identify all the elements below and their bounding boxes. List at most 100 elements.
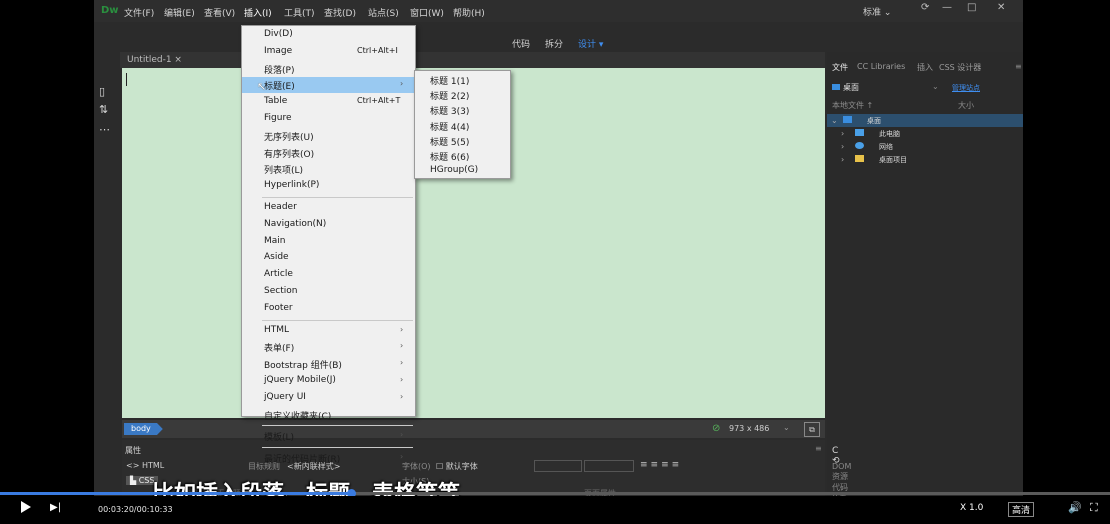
menu-view[interactable]: 查看(V) [204,6,235,19]
insert-menu-item[interactable]: Div(D) [242,27,415,43]
insert-menu-item[interactable]: Main [242,234,415,250]
close-button[interactable]: ✕ [997,2,1005,13]
menu-item-label: 无序列表(U) [264,132,314,143]
insert-menu-item[interactable]: 有序列表(O) [242,145,415,161]
quality-button[interactable]: 高清 [1008,502,1035,517]
speed-button[interactable]: X 1.0 [960,503,983,513]
insert-menu-item[interactable]: jQuery UI › [242,390,415,406]
window-size[interactable]: 973 x 486 [729,424,769,433]
menu-item-label: jQuery UI [264,391,306,402]
heading-menu-item[interactable]: 标题 3(3) [415,102,510,117]
insert-menu-item[interactable]: 标题(E) › [242,77,415,94]
file-icon[interactable]: ▯ [99,85,105,98]
manage-sites-link[interactable]: 管理站点 [952,83,980,93]
panel-menu-icon[interactable]: ≡ [1015,62,1022,71]
menu-file[interactable]: 文件(F) [124,6,154,19]
insert-menu-item[interactable]: Section [242,284,415,300]
menu-item-label: Section [264,286,298,296]
insert-menu-item[interactable]: Aside [242,250,415,266]
menu-item-label: Bootstrap 组件(B) [264,361,342,372]
html-mode-button[interactable]: <> HTML [126,461,164,470]
tab-insert[interactable]: 插入 [917,62,933,73]
insert-menu-item[interactable]: 段落(P) [242,61,415,77]
menu-find[interactable]: 查找(D) [324,6,356,19]
insert-menu-item[interactable]: Hyperlink(P) [242,178,415,194]
chevron-down-icon[interactable]: ⌄ [932,82,939,91]
insert-menu-item[interactable]: 无序列表(U) [242,128,415,144]
workspace-switcher[interactable]: 标准 ⌄ [863,5,891,18]
menu-item-label: Article [264,269,293,280]
chevron-right-icon[interactable]: › [841,142,844,151]
tab-split[interactable]: 拆分 [545,37,563,50]
local-files-header[interactable]: 本地文件 ↑ [832,100,873,111]
tree-item-desktop-items[interactable]: › 桌面项目 [827,153,1023,166]
tab-code[interactable]: 代码 [512,37,530,50]
tag-selector-body[interactable]: body [124,423,163,435]
menu-site[interactable]: 站点(S) [368,6,399,19]
document-tab[interactable]: Untitled-1 × [127,55,182,65]
more-icon[interactable]: ⋯ [99,123,110,136]
player-controls: ▶| 00:03:20/00:10:33 X 1.0 高清 🔊 ⛶ [0,496,1110,524]
insert-menu-item[interactable]: 最近的代码片断(R) › [242,450,415,466]
sync-icon[interactable]: ⟳ [921,2,929,13]
menu-help[interactable]: 帮助(H) [453,6,485,19]
insert-menu-item[interactable]: Header [242,200,415,216]
chevron-down-icon[interactable]: ⌄ [783,423,790,432]
insert-menu-item[interactable]: HTML › [242,323,415,339]
insert-menu-item[interactable]: 列表项(L) [242,161,415,177]
fullscreen-icon[interactable]: ⛶ [1090,501,1098,515]
menu-window[interactable]: 窗口(W) [410,6,444,19]
align-buttons[interactable]: ≡≡≡≡ [640,460,682,470]
insert-menu-item[interactable]: jQuery Mobile(J) › [242,373,415,389]
play-icon[interactable] [21,501,31,513]
heading-menu-item[interactable]: HGroup(G) [415,163,510,178]
insert-menu-item[interactable]: 自定义收藏夹(C) [242,407,415,423]
tree-item-this-pc[interactable]: › 此电脑 [827,127,1023,140]
menu-edit[interactable]: 编辑(E) [164,6,195,19]
panel-menu-icon[interactable]: ≡ [815,444,822,453]
insert-menu-item[interactable]: Navigation(N) [242,217,415,233]
insert-menu-item[interactable]: Bootstrap 组件(B) › [242,356,415,372]
chevron-right-icon[interactable]: › [841,129,844,138]
volume-icon[interactable]: 🔊 [1068,501,1082,514]
insert-menu-item[interactable]: Footer [242,301,415,317]
next-icon[interactable]: ▶| [50,502,61,513]
insert-menu-item[interactable]: 模板(L) › [242,428,415,444]
size-header[interactable]: 大小 [958,100,974,111]
tree-item-network[interactable]: › 网络 [827,140,1023,153]
location-bar: 桌面 ⌄ 管理站点 [832,82,1018,94]
chevron-down-icon[interactable]: ⌄ [831,116,838,125]
tab-css-designer[interactable]: CSS 设计器 [939,62,981,73]
progress-bar[interactable] [0,489,1110,498]
tab-design[interactable]: 设计 ▾ [578,37,603,50]
minimize-button[interactable]: — [942,2,952,13]
font-style-select[interactable] [534,460,582,472]
tab-cc-libraries[interactable]: CC Libraries [857,62,905,71]
view-switcher: 代码 拆分 设计 ▾ [94,30,1023,50]
heading-menu-item[interactable]: 标题 1(1) [415,72,510,87]
insert-menu-item[interactable]: Article [242,267,415,283]
menu-item-label: 列表项(L) [264,166,304,177]
location-select[interactable]: 桌面 [832,82,859,93]
heading-submenu: 标题 1(1) 标题 2(2) 标题 3(3) 标题 4(4) 标题 5(5) 标题 6(… [414,70,511,179]
insert-menu-item[interactable]: Table Ctrl+Alt+T [242,94,415,110]
font-select[interactable]: ☐ 默认字体 [436,461,478,472]
menu-tools[interactable]: 工具(T) [284,6,315,19]
preview-icon[interactable]: ⧉ [804,422,820,437]
sort-icon[interactable]: ⇅ [99,103,108,116]
heading-menu-item[interactable]: 标题 6(6) [415,148,510,163]
insert-menu-item[interactable]: 表单(F) › [242,339,415,355]
insert-menu-item[interactable]: Image Ctrl+Alt+I [242,44,415,60]
font-weight-select[interactable] [584,460,634,472]
insert-menu: Div(D) Image Ctrl+Alt+I 段落(P) 标题(E) › Table Ctr… [241,25,416,465]
heading-menu-item[interactable]: 标题 5(5) [415,133,510,148]
insert-menu-item[interactable]: Figure [242,111,415,127]
tree-item-desktop[interactable]: ⌄ 桌面 [827,114,1023,127]
heading-menu-item[interactable]: 标题 2(2) [415,87,510,102]
tab-files[interactable]: 文件 [832,62,848,73]
chevron-right-icon[interactable]: › [841,155,844,164]
maximize-button[interactable]: □ [967,2,976,13]
menu-item-label: 标题 2(2) [430,92,470,103]
menu-insert[interactable]: 插入(I) [244,6,272,19]
heading-menu-item[interactable]: 标题 4(4) [415,118,510,133]
